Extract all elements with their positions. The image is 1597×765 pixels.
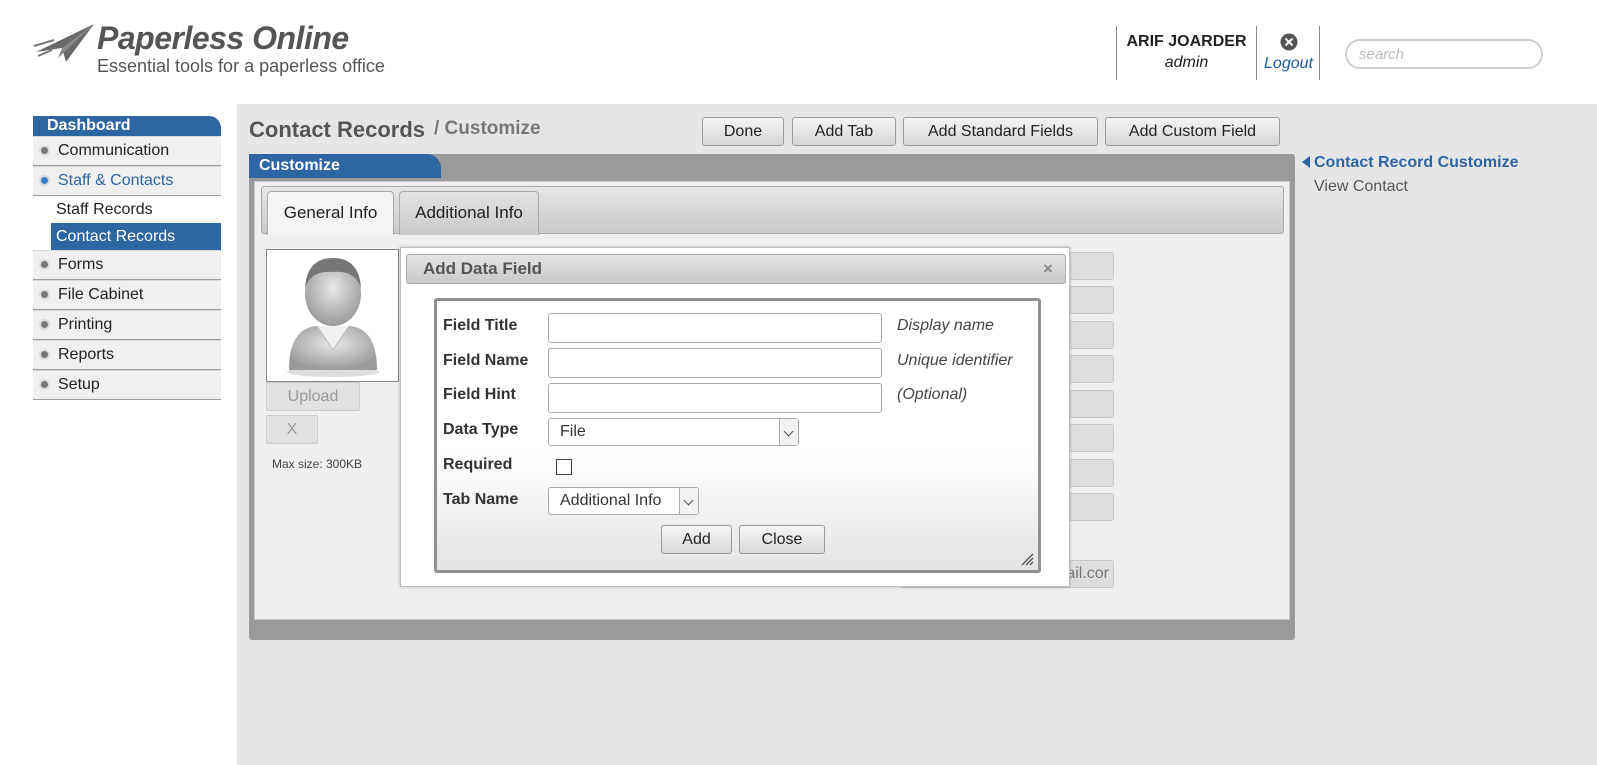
field-title-label: Field Title [443, 317, 518, 334]
page-title: Contact Records [249, 117, 426, 142]
field-title-hint: Display name [897, 317, 994, 334]
sidebar-item-reports[interactable]: Reports [33, 340, 221, 370]
right-nav-active[interactable]: Contact Record Customize [1314, 154, 1518, 171]
sidebar-item-communication[interactable]: Communication [33, 136, 221, 166]
field-hint-hint: (Optional) [897, 386, 968, 403]
sidebar-item-forms[interactable]: Forms [33, 250, 221, 280]
done-button[interactable]: Done [702, 117, 784, 146]
logo[interactable]: Paperless Online Essential tools for a p… [34, 20, 394, 80]
add-custom-field-button[interactable]: Add Custom Field [1105, 117, 1280, 146]
person-placeholder-icon [287, 258, 379, 377]
close-button[interactable]: Close [739, 525, 825, 554]
field-name-hint: Unique identifier [897, 352, 1013, 369]
field-title-input[interactable] [548, 313, 882, 343]
dashboard-header[interactable]: Dashboard [33, 116, 221, 136]
sidebar-item-label: Communication [58, 142, 170, 159]
bullet-icon [39, 379, 50, 390]
avatar [266, 249, 399, 382]
tab-name-value: Additional Info [560, 492, 662, 509]
right-nav: Contact Record Customize View Contact [1314, 154, 1518, 196]
field-hint-label: Field Hint [443, 386, 516, 403]
chevron-down-icon [679, 488, 698, 514]
logout-link[interactable]: Logout [1258, 55, 1319, 73]
add-tab-button[interactable]: Add Tab [792, 117, 896, 146]
sidebar-item-staff-contacts[interactable]: Staff & Contacts [33, 166, 221, 196]
bullet-icon [39, 145, 50, 156]
sidebar-item-printing[interactable]: Printing [33, 310, 221, 340]
upload-button[interactable]: Upload [266, 382, 360, 411]
sidebar-item-file-cabinet[interactable]: File Cabinet [33, 280, 221, 310]
sidebar-subitem-staff-records[interactable]: Staff Records [33, 196, 221, 223]
user-info: ARIF JOARDER admin [1116, 26, 1257, 80]
panel-title: Customize [249, 154, 441, 178]
sidebar-item-label: Forms [58, 256, 104, 273]
dialog-title-bar[interactable]: Add Data Field × [406, 254, 1066, 284]
sidebar: Dashboard Communication Staff & Contacts… [33, 116, 221, 400]
remove-photo-button[interactable]: X [266, 415, 318, 444]
add-data-field-dialog: Add Data Field × Field Title Display nam… [400, 247, 1070, 587]
sidebar-item-label: Setup [58, 376, 100, 393]
field-name-label: Field Name [443, 352, 529, 369]
sidebar-subitem-contact-records[interactable]: Contact Records [51, 223, 221, 250]
data-type-label: Data Type [443, 421, 519, 438]
bullet-icon [39, 319, 50, 330]
user-role: admin [1164, 54, 1209, 71]
chevron-down-icon [779, 419, 798, 445]
resize-handle-icon[interactable] [1020, 552, 1034, 566]
bullet-icon [39, 175, 50, 186]
max-size-note: Max size: 300KB [272, 457, 363, 471]
sidebar-item-label: Staff & Contacts [58, 172, 174, 189]
paper-plane-icon [34, 24, 94, 62]
search-input[interactable] [1345, 39, 1543, 69]
logout-area[interactable]: Logout [1258, 26, 1320, 80]
logo-title: Paperless Online [97, 20, 349, 56]
data-type-value: File [560, 423, 586, 440]
required-label: Required [443, 456, 513, 473]
bullet-icon [39, 349, 50, 360]
tab-additional-info[interactable]: Additional Info [399, 191, 539, 235]
tab-general-info[interactable]: General Info [267, 191, 394, 235]
sidebar-item-label: Reports [58, 346, 115, 363]
sidebar-item-label: Printing [58, 316, 113, 333]
data-type-select[interactable]: File [548, 418, 799, 446]
dialog-form: Field Title Display name Field Name Uniq… [434, 298, 1041, 573]
field-name-input[interactable] [548, 348, 882, 378]
add-button[interactable]: Add [661, 525, 732, 554]
tab-name-select[interactable]: Additional Info [548, 487, 699, 515]
required-checkbox[interactable] [556, 459, 572, 475]
field-hint-input[interactable] [548, 383, 882, 413]
view-contact-link[interactable]: View Contact [1314, 178, 1518, 196]
bullet-icon [39, 259, 50, 270]
tab-bar: General Info Additional Info [261, 186, 1284, 235]
page-subtitle: / Customize [434, 118, 541, 139]
tab-name-label: Tab Name [443, 491, 519, 508]
close-circle-icon[interactable] [1280, 33, 1298, 51]
logo-tagline: Essential tools for a paperless office [97, 56, 385, 76]
bullet-icon [39, 289, 50, 300]
sidebar-item-label: File Cabinet [58, 286, 144, 303]
add-standard-fields-button[interactable]: Add Standard Fields [903, 117, 1098, 146]
sidebar-item-setup[interactable]: Setup [33, 370, 221, 400]
user-name: ARIF JOARDER [1126, 33, 1247, 50]
dialog-title: Add Data Field [423, 259, 543, 278]
close-icon[interactable]: × [1039, 255, 1057, 283]
